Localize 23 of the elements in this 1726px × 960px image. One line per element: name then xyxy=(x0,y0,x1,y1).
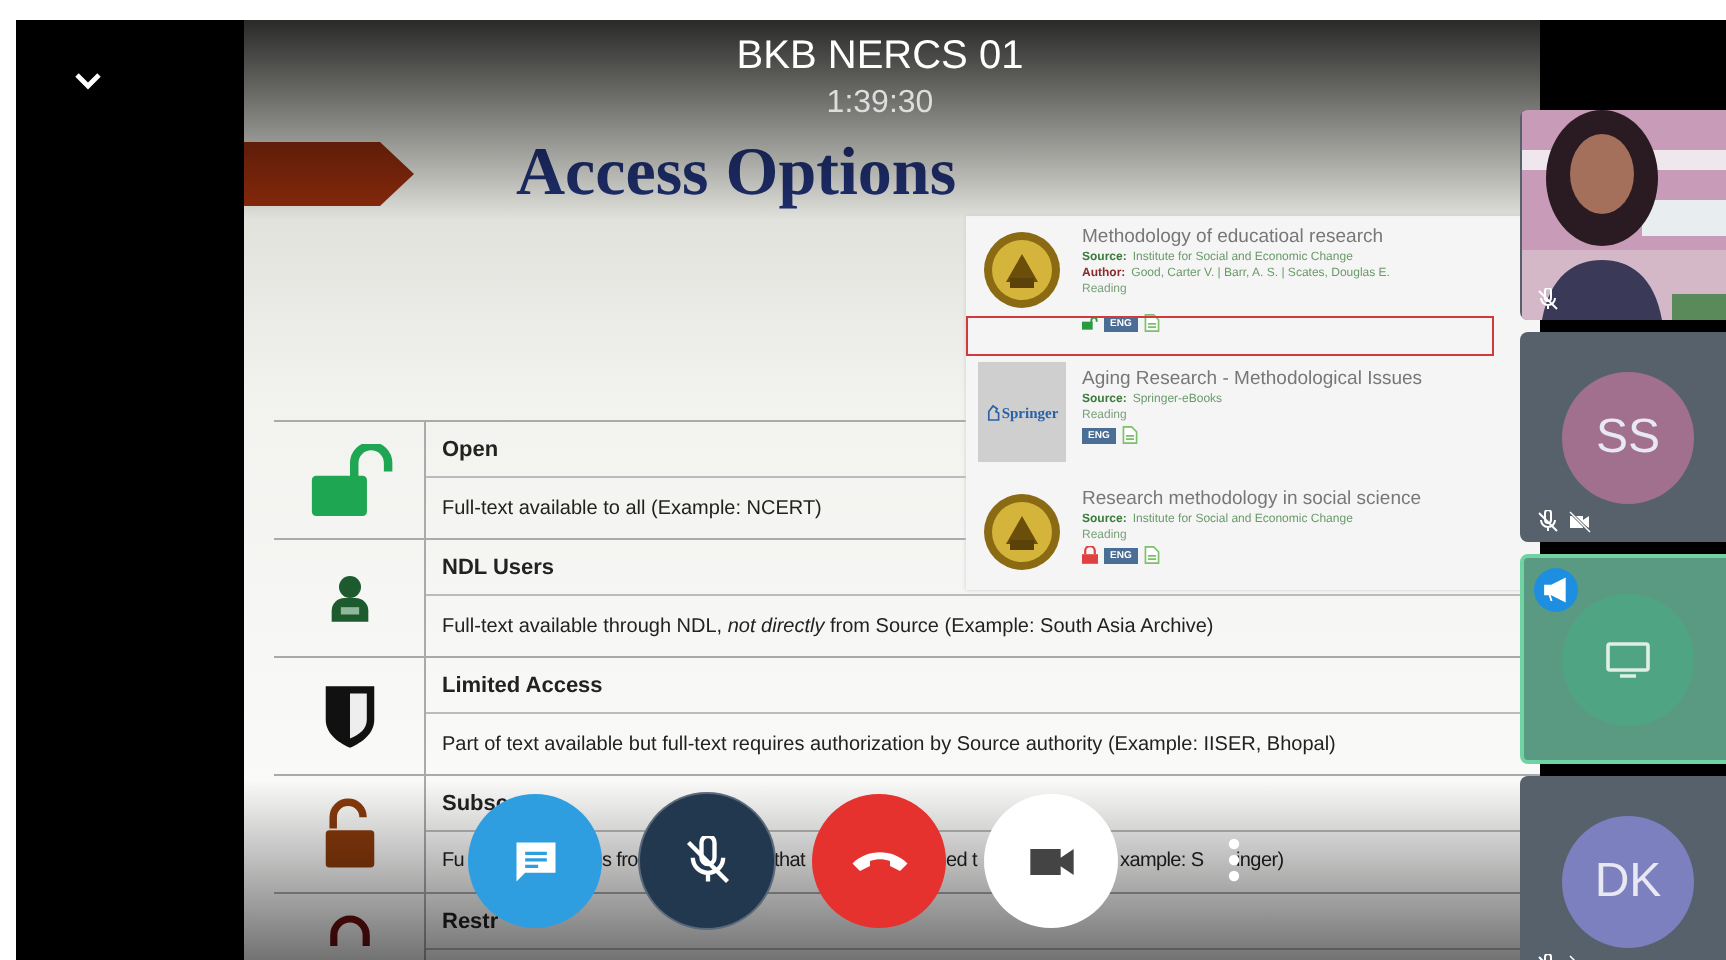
result-title[interactable]: Methodology of educatioal research xyxy=(1082,226,1390,248)
participant-tile[interactable]: SS xyxy=(1520,332,1726,542)
text-fragment: ed t xyxy=(946,850,977,872)
row-heading: Restr xyxy=(442,909,499,933)
row-heading: Limited Access xyxy=(442,673,603,697)
row-heading: NDL Users xyxy=(442,555,555,579)
text-fragment: Fu xyxy=(442,850,465,872)
participant-tile[interactable]: DK xyxy=(1520,776,1726,960)
avatar-circle: DK xyxy=(1562,815,1694,947)
row-heading: Open xyxy=(442,437,499,461)
row-description: Full-text available through NDL, not directly from Source (Example: South Asia Archive) xyxy=(442,615,1214,637)
text-fragment: that xyxy=(774,850,805,872)
slide-title: Access Options xyxy=(516,136,957,212)
avatar-circle: SS xyxy=(1562,371,1694,503)
text-fragment: inger) xyxy=(1236,850,1284,872)
text-fragment: xample: S xyxy=(1120,850,1204,872)
call-timer: 1:39:30 xyxy=(826,86,934,122)
row-description: Full-text available to all (Example: NCERT) xyxy=(442,497,822,519)
call-title: BKB NERCS 01 xyxy=(736,34,1024,80)
text-fragment: s fro xyxy=(602,850,638,872)
result-title[interactable]: Aging Research - Methodological Issues xyxy=(1082,368,1423,390)
result-title[interactable]: Research methodology in social science xyxy=(1082,488,1422,510)
row-description: Part of text available but full-text requires authorization by Source authority (Example: IISER, Bhopal) xyxy=(442,733,1336,755)
